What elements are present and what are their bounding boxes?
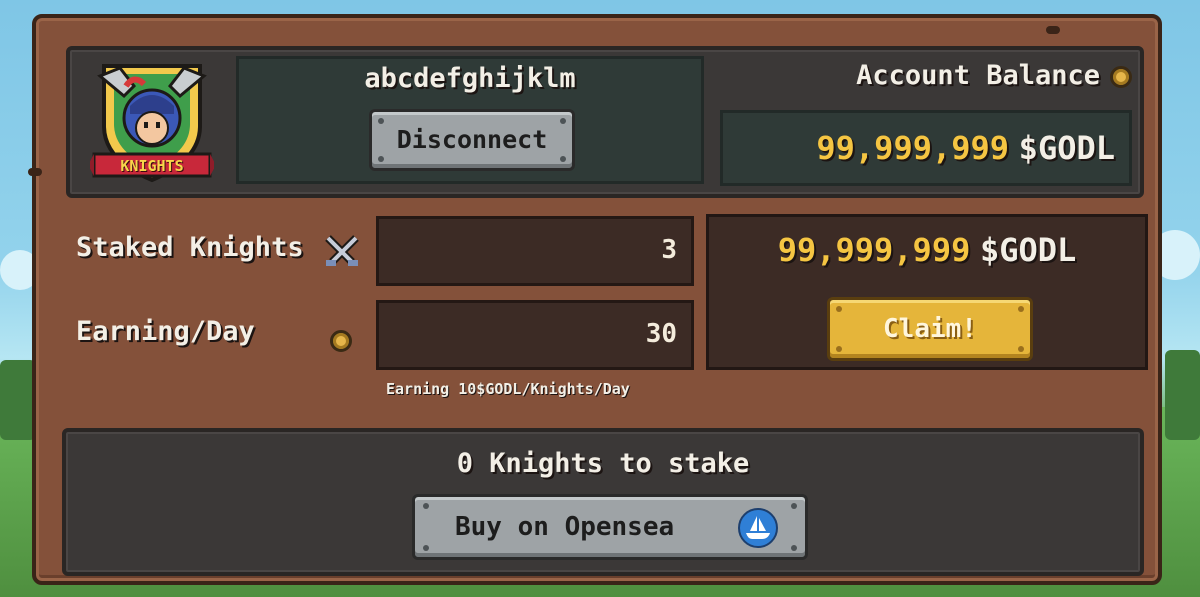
crossed-swords-icon — [325, 235, 359, 266]
earning-per-day-value: 30 — [376, 300, 694, 370]
rivet — [1018, 346, 1024, 352]
rivet — [560, 156, 566, 162]
opensea-icon — [738, 508, 778, 548]
knights-to-stake-text: 0 Knights to stake — [456, 448, 750, 479]
rivet — [423, 503, 429, 509]
stake-panel: 0 Knights to stake Buy on Opensea — [62, 428, 1144, 576]
coin-icon — [330, 330, 352, 352]
rivet — [1018, 306, 1024, 312]
rivet — [836, 306, 842, 312]
rivet — [836, 346, 842, 352]
nail — [28, 168, 42, 176]
claim-panel: 99,999,999 $GODL Claim! — [706, 214, 1148, 370]
claim-amount: 99,999,999 $GODL — [709, 231, 1145, 269]
rivet — [423, 545, 429, 551]
rivet — [791, 545, 797, 551]
nail — [1046, 26, 1060, 34]
wallet-address: abcdefghijklm — [364, 63, 576, 94]
claim-amount-value: 99,999,999 — [777, 231, 971, 269]
account-balance-currency: $GODL — [1018, 129, 1115, 167]
tree — [0, 360, 36, 440]
account-balance-amount: 99,999,999 — [816, 129, 1010, 167]
tree — [1165, 350, 1200, 440]
knights-logo: KNIGHTS — [88, 56, 216, 188]
header-panel: KNIGHTS abcdefghijklm Disconnect Account… — [66, 46, 1144, 198]
buy-on-opensea-label: Buy on Opensea — [455, 512, 675, 542]
disconnect-button[interactable]: Disconnect — [369, 109, 575, 171]
claim-button[interactable]: Claim! — [827, 297, 1033, 361]
coin-icon — [1110, 66, 1132, 88]
claim-amount-currency: $GODL — [979, 231, 1077, 269]
staking-board: KNIGHTS abcdefghijklm Disconnect Account… — [28, 14, 1162, 585]
earning-per-day-label: Earning/Day — [76, 316, 255, 347]
claim-label: Claim! — [883, 314, 977, 344]
account-balance-box: 99,999,999 $GODL — [720, 110, 1132, 186]
buy-on-opensea-button[interactable]: Buy on Opensea — [412, 494, 808, 560]
rivet — [378, 156, 384, 162]
earning-rate-note: Earning 10$GODL/Knights/Day — [386, 380, 630, 398]
staked-knights-value: 3 — [376, 216, 694, 286]
rivet — [378, 118, 384, 124]
account-balance-label: Account Balance — [856, 60, 1100, 91]
logo-banner-text: KNIGHTS — [120, 157, 184, 175]
rivet — [560, 118, 566, 124]
rivet — [791, 503, 797, 509]
wallet-box: abcdefghijklm Disconnect — [236, 56, 704, 184]
staked-knights-label: Staked Knights — [76, 232, 304, 263]
disconnect-label: Disconnect — [396, 125, 548, 154]
